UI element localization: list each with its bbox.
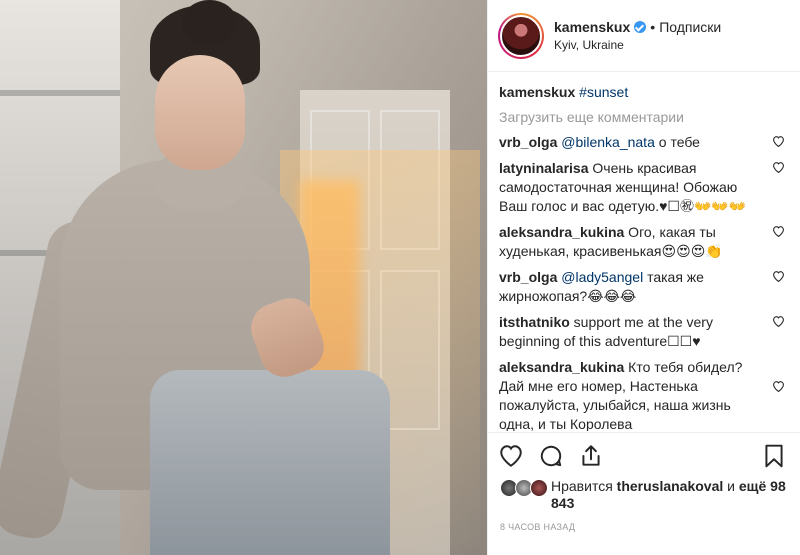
comment-username[interactable]: aleksandra_kukina (499, 359, 624, 375)
comment-bubble-icon[interactable] (538, 443, 564, 469)
post-header: kamenskux • Подписки Kyiv, Ukraine (488, 0, 800, 72)
post-timestamp[interactable]: 8 ЧАСОВ НАЗАД (500, 522, 575, 532)
load-more-comments-button[interactable]: Загрузить еще комментарии (499, 109, 785, 125)
comment-like-heart-icon[interactable] (772, 315, 785, 327)
comment-username[interactable]: vrb_olga (499, 269, 557, 285)
likes-summary: Нравится theruslanakoval и ещё 98 843 (500, 478, 790, 512)
share-icon[interactable] (578, 443, 604, 469)
likes-prefix: Нравится (551, 478, 617, 494)
comment-like-heart-icon[interactable] (772, 270, 785, 282)
comment-username[interactable]: itsthatniko (499, 314, 570, 330)
profile-username[interactable]: kamenskux (554, 18, 630, 36)
figure-hair-bun (182, 0, 237, 45)
comment-like-heart-icon[interactable] (772, 161, 785, 173)
avatar-image (500, 14, 542, 57)
likes-username[interactable]: theruslanakoval (617, 478, 724, 494)
comment-like-heart-icon[interactable] (772, 135, 785, 147)
comment-item: aleksandra_kukina Кто тебя обидел? Дай м… (499, 358, 785, 431)
post-actions-bar (488, 432, 800, 478)
comment-like-heart-icon[interactable] (772, 225, 785, 237)
like-heart-icon[interactable] (498, 443, 524, 469)
comment-mention[interactable]: @lady5angel (561, 269, 643, 285)
comment-item: aleksandra_kukina Ого, какая ты худенька… (499, 223, 785, 261)
post-photo[interactable] (0, 0, 487, 555)
comments-list[interactable]: kamenskux #sunset Загрузить еще коммента… (488, 73, 800, 431)
separator-dot: • (650, 18, 656, 35)
likes-conjunction: и (723, 478, 739, 494)
comment-like-heart-icon[interactable] (772, 380, 785, 392)
liker-avatars[interactable] (500, 479, 548, 497)
figure-jeans (150, 370, 390, 555)
post-caption: kamenskux #sunset (499, 83, 785, 101)
caption-username[interactable]: kamenskux (499, 84, 575, 100)
figure-face (155, 55, 245, 170)
caption-hashtag[interactable]: #sunset (579, 84, 628, 100)
likes-text: Нравится theruslanakoval и ещё 98 843 (551, 478, 790, 512)
post-side-panel: kamenskux • Подписки Kyiv, Ukraine kamen… (487, 0, 800, 555)
comment-mention[interactable]: @bilenka_nata (561, 134, 655, 150)
comment-username[interactable]: aleksandra_kukina (499, 224, 624, 240)
comment-item: vrb_olga @lady5angel такая же жирножопая… (499, 268, 785, 306)
photo-window-bar (0, 90, 120, 96)
following-button[interactable]: Подписки (659, 18, 721, 36)
comment-item: itsthatniko support me at the very begin… (499, 313, 785, 351)
comment-username[interactable]: latyninalarisa (499, 160, 589, 176)
comment-item: vrb_olga @bilenka_nata о тебе (499, 133, 785, 152)
post-location[interactable]: Kyiv, Ukraine (554, 36, 721, 54)
comment-username[interactable]: vrb_olga (499, 134, 557, 150)
header-text: kamenskux • Подписки Kyiv, Ukraine (554, 18, 721, 54)
verified-badge-icon (634, 20, 647, 33)
profile-avatar[interactable] (498, 12, 544, 59)
comment-text: о тебе (654, 134, 700, 150)
comment-item: latyninalarisa Очень красивая самодостат… (499, 159, 785, 216)
bookmark-icon[interactable] (761, 443, 787, 469)
liker-avatar (530, 479, 548, 497)
